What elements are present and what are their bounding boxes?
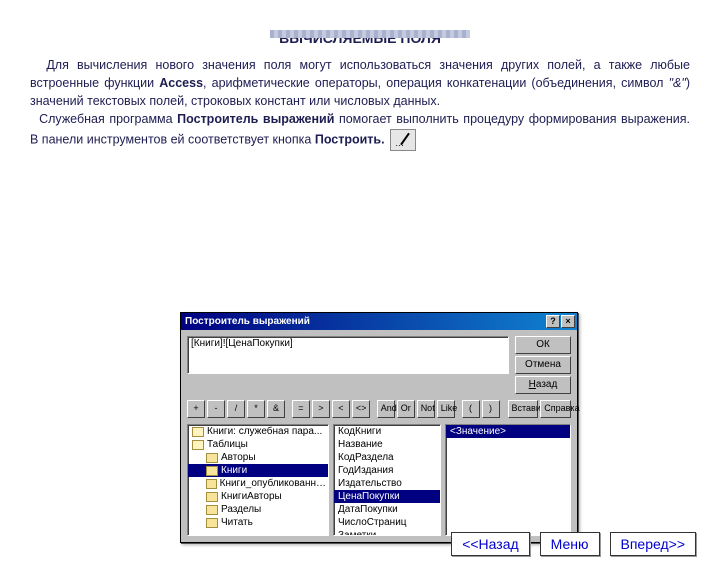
field-item[interactable]: ЧислоСтраниц xyxy=(334,516,440,529)
help-window-button[interactable]: ? xyxy=(546,315,560,328)
expression-input[interactable]: [Книги]![ЦенаПокупки] xyxy=(187,336,509,374)
field-item[interactable]: Название xyxy=(334,438,440,451)
folder-icon xyxy=(206,479,217,489)
tree-item[interactable]: Книги: служебная пара... xyxy=(188,425,328,438)
op-(-button[interactable]: ( xyxy=(462,400,480,418)
value-item[interactable]: <Значение> xyxy=(446,425,570,438)
op-)-button[interactable]: ) xyxy=(482,400,500,418)
category-tree-pane[interactable]: Книги: служебная пара...ТаблицыАвторыКни… xyxy=(187,424,329,536)
value-pane[interactable]: <Значение> xyxy=(445,424,571,536)
folder-icon xyxy=(206,518,218,528)
help-button[interactable]: Справка xyxy=(540,400,571,418)
folder-icon xyxy=(192,427,204,437)
op-=-button[interactable]: = xyxy=(292,400,310,418)
builder-body: [Книги]![ЦенаПокупки] ОК Отмена Назад +-… xyxy=(181,330,577,542)
build-word: Построить. xyxy=(315,132,385,146)
op-like-button[interactable]: Like xyxy=(437,400,455,418)
text-span: , арифметические операторы, операция кон… xyxy=(203,76,669,90)
op-or-button[interactable]: Or xyxy=(397,400,415,418)
nav-back-button[interactable]: <<Назад xyxy=(451,532,529,556)
folder-icon xyxy=(206,505,218,515)
folder-icon xyxy=(206,466,218,476)
field-list-pane[interactable]: КодКнигиНазваниеКодРазделаГодИзданияИзда… xyxy=(333,424,441,536)
op---button[interactable]: - xyxy=(207,400,225,418)
op-+-button[interactable]: + xyxy=(187,400,205,418)
field-item[interactable]: Издательство xyxy=(334,477,440,490)
op-/-button[interactable]: / xyxy=(227,400,245,418)
field-item[interactable]: КодРаздела xyxy=(334,451,440,464)
op-&-button[interactable]: & xyxy=(267,400,285,418)
ok-button[interactable]: ОК xyxy=(515,336,571,354)
text-span: Служебная программа xyxy=(39,112,177,126)
expression-builder-window: Построитель выражений ? × [Книги]![ЦенаП… xyxy=(180,312,578,543)
tree-label: Авторы xyxy=(221,451,256,464)
titlebar[interactable]: Построитель выражений ? × xyxy=(181,313,577,330)
op-*-button[interactable]: * xyxy=(247,400,265,418)
field-item[interactable]: ЦенаПокупки xyxy=(334,490,440,503)
undo-button[interactable]: Назад xyxy=(515,376,571,394)
tree-label: КнигиАвторы xyxy=(221,490,282,503)
field-item[interactable]: ДатаПокупки xyxy=(334,503,440,516)
tree-label: Книги: служебная пара... xyxy=(207,425,322,438)
field-item[interactable]: ГодИздания xyxy=(334,464,440,477)
op-and-button[interactable]: And xyxy=(377,400,395,418)
tree-item[interactable]: Читать xyxy=(188,516,328,529)
nav-next-button[interactable]: Вперед>> xyxy=(610,532,697,556)
amp-symbol: "&" xyxy=(669,76,686,90)
cancel-button[interactable]: Отмена xyxy=(515,356,571,374)
folder-icon xyxy=(192,440,204,450)
magic-wand-icon xyxy=(390,129,416,151)
op-<-button[interactable]: < xyxy=(332,400,350,418)
tree-item[interactable]: Разделы xyxy=(188,503,328,516)
builder-word: Построитель выражений xyxy=(177,112,334,126)
folder-icon xyxy=(206,492,218,502)
tree-item[interactable]: КнигиАвторы xyxy=(188,490,328,503)
tree-item[interactable]: Таблицы xyxy=(188,438,328,451)
close-window-button[interactable]: × xyxy=(561,315,575,328)
decorative-header-stripe xyxy=(270,30,470,38)
tree-item[interactable]: Книги_опубликованн… xyxy=(188,477,328,490)
operator-row: +-/*&=><<> AndOrNotLike () ВставитьСправка xyxy=(187,400,571,418)
tree-item[interactable]: Книги xyxy=(188,464,328,477)
tree-label: Разделы xyxy=(221,503,261,516)
tree-item[interactable]: Авторы xyxy=(188,451,328,464)
access-word: Access xyxy=(159,76,203,90)
tree-label: Книги xyxy=(221,464,247,477)
op-<>-button[interactable]: <> xyxy=(352,400,370,418)
op-not-button[interactable]: Not xyxy=(417,400,435,418)
op->-button[interactable]: > xyxy=(312,400,330,418)
tree-label: Книги_опубликованн… xyxy=(220,477,326,490)
titlebar-text: Построитель выражений xyxy=(185,316,545,327)
nav-bar: <<Назад Меню Вперед>> xyxy=(451,532,696,556)
field-item[interactable]: КодКниги xyxy=(334,425,440,438)
paste-button[interactable]: Вставить xyxy=(508,400,539,418)
folder-icon xyxy=(206,453,218,463)
nav-menu-button[interactable]: Меню xyxy=(540,532,600,556)
body-text: Для вычисления нового значения поля могу… xyxy=(30,56,690,151)
tree-label: Читать xyxy=(221,516,253,529)
field-item[interactable]: Заметки xyxy=(334,529,440,536)
tree-label: Таблицы xyxy=(207,438,248,451)
